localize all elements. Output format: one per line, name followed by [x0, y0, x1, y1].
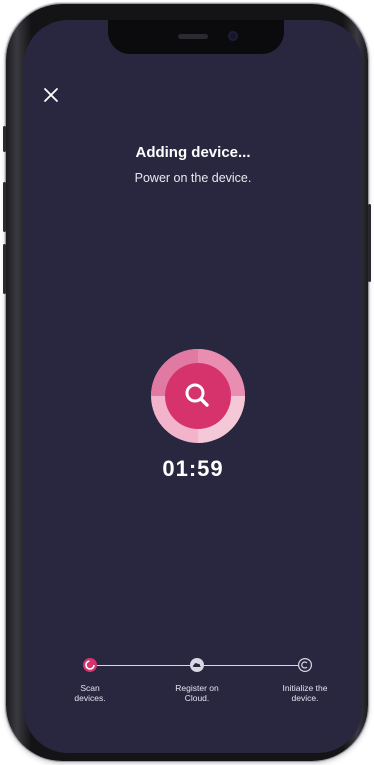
notch [108, 20, 284, 54]
step-label-register: Register on Cloud. [175, 683, 219, 703]
close-icon [44, 88, 58, 102]
step-connector [204, 665, 312, 666]
page-subtitle: Power on the device. [134, 171, 252, 185]
close-button[interactable] [42, 86, 60, 104]
step-initialize-device [298, 658, 312, 672]
app-screen: Adding device... Power on the device. 01… [24, 20, 362, 753]
power-button [368, 204, 371, 282]
loading-ring-icon [85, 660, 95, 670]
initialize-icon [301, 661, 308, 669]
volume-down-button [3, 244, 6, 294]
volume-up-button [3, 182, 6, 232]
earpiece-speaker [178, 34, 208, 39]
countdown-timer: 01:59 [162, 456, 224, 481]
step-scan-devices [83, 658, 97, 672]
step-connector [92, 665, 197, 666]
page-title: Adding device... [135, 144, 251, 161]
step-label-initialize: Initialize the device. [282, 683, 328, 703]
step-label-scan: Scan devices. [74, 683, 106, 703]
front-camera [228, 31, 238, 41]
cloud-icon [192, 663, 201, 667]
step-register-cloud [190, 658, 204, 672]
phone-frame: Adding device... Power on the device. 01… [3, 4, 371, 761]
scan-progress-indicator [150, 348, 246, 444]
scan-button-core [165, 363, 231, 429]
silent-switch [3, 126, 6, 152]
progress-stepper: Scan devices. Register on Cloud. Initial… [24, 656, 362, 716]
